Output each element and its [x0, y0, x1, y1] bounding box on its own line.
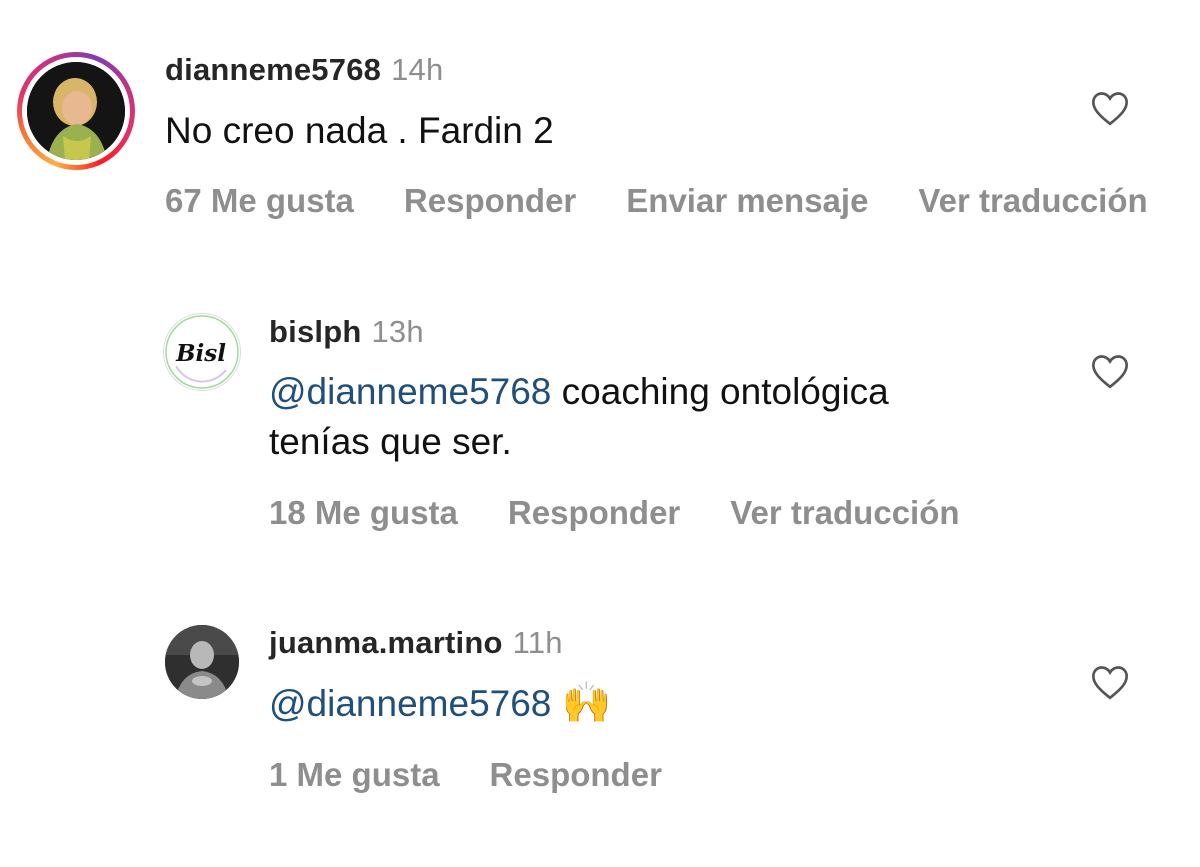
comment-text: @dianneme5768 coaching ontológica tenías… — [269, 367, 889, 467]
comment-username[interactable]: juanma.martino 11h — [269, 625, 563, 661]
likes-count[interactable]: 18 Me gusta — [269, 494, 458, 531]
see-translation-button[interactable]: Ver traducción — [918, 182, 1147, 219]
comment-actions: 1 Me gusta Responder — [269, 756, 712, 794]
avatar-logo-text: Bisl — [175, 340, 226, 367]
heart-icon[interactable] — [1090, 663, 1130, 701]
comment-time: 13h — [371, 314, 424, 349]
heart-icon[interactable] — [1090, 352, 1130, 390]
avatar[interactable]: Bisl — [163, 313, 241, 391]
comment-username[interactable]: dianneme5768 14h — [165, 52, 443, 88]
story-ring[interactable] — [17, 52, 135, 170]
mention-link[interactable]: @dianneme5768 — [269, 683, 551, 724]
username-text[interactable]: dianneme5768 — [165, 52, 381, 87]
reply-button[interactable]: Responder — [404, 182, 576, 219]
raising-hands-emoji: 🙌 — [561, 681, 612, 725]
comment-actions: 18 Me gusta Responder Ver traducción — [269, 494, 1010, 532]
avatar[interactable] — [165, 625, 239, 699]
send-message-button[interactable]: Enviar mensaje — [626, 182, 868, 219]
comment-text-line: coaching ontológica — [551, 371, 889, 412]
likes-count[interactable]: 67 Me gusta — [165, 182, 354, 219]
mention-link[interactable]: @dianneme5768 — [269, 371, 551, 412]
username-text[interactable]: bislph — [269, 314, 361, 349]
comment-text: @dianneme5768 🙌 — [269, 678, 611, 729]
heart-icon[interactable] — [1090, 89, 1130, 127]
comment-actions: 67 Me gusta Responder Enviar mensaje Ver tr… — [165, 182, 1198, 220]
comment-username[interactable]: bislph 13h — [269, 314, 424, 350]
comment-text: No creo nada . Fardin 2 — [165, 110, 554, 151]
reply-button[interactable]: Responder — [490, 756, 662, 793]
comment-text-line: tenías que ser. — [269, 421, 512, 462]
reply-button[interactable]: Responder — [508, 494, 680, 531]
username-text[interactable]: juanma.martino — [269, 625, 503, 660]
see-translation-button[interactable]: Ver traducción — [730, 494, 959, 531]
comment-time: 14h — [391, 52, 444, 87]
comment-time: 11h — [512, 625, 563, 660]
likes-count[interactable]: 1 Me gusta — [269, 756, 440, 793]
avatar[interactable] — [27, 62, 125, 160]
